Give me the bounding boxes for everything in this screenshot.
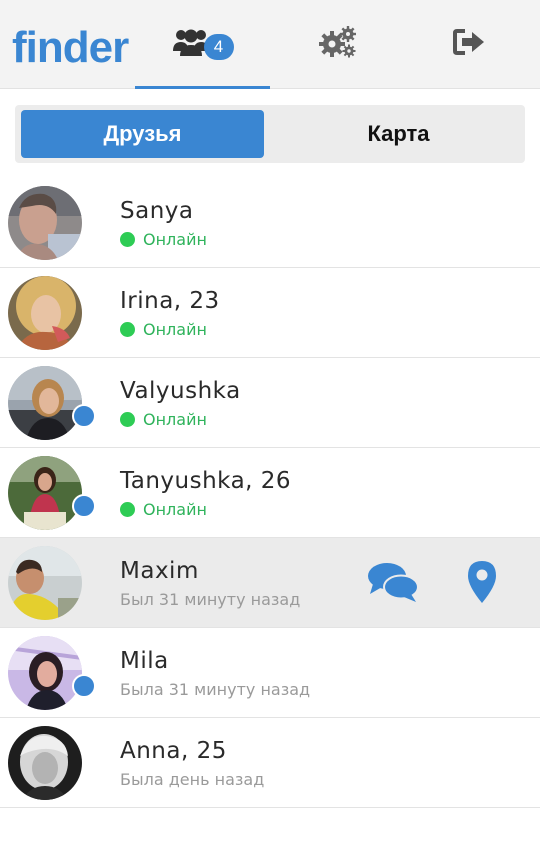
friend-name: Tanyushka, 26 [120,468,292,494]
status-text: Была день назад [120,770,265,789]
avatar [8,456,82,530]
friend-status: Онлайн [120,230,207,249]
tab-friends[interactable]: 4 [135,0,270,89]
friends-list: Sanya Онлайн Irina, 23 Онлайн Valyushka … [0,178,540,808]
avatar [8,546,82,620]
chat-button[interactable] [367,560,419,608]
status-text: Онлайн [143,410,207,429]
status-text: Была 31 минуту назад [120,680,311,699]
friends-count-badge: 4 [203,34,234,60]
tab-settings[interactable] [270,0,405,88]
gears-icon [318,24,358,64]
avatar [8,636,82,710]
online-indicator [120,322,135,337]
friend-name: Valyushka [120,378,241,404]
friend-name: Maxim [120,558,199,584]
avatar [8,726,82,800]
map-segment-button[interactable]: Карта [277,110,520,158]
friend-status: Онлайн [120,320,207,339]
avatar [8,186,82,260]
friend-row[interactable]: Sanya Онлайн [0,178,540,268]
friend-name: Irina, 23 [120,288,220,314]
friend-status: Был 31 минуту назад [120,590,300,609]
status-text: Онлайн [143,320,207,339]
friend-row[interactable]: Irina, 23 Онлайн [0,268,540,358]
friend-name: Sanya [120,198,194,224]
friend-row[interactable]: Tanyushka, 26 Онлайн [0,448,540,538]
status-text: Онлайн [143,230,207,249]
friend-status: Онлайн [120,500,207,519]
friend-row[interactable]: Anna, 25 Была день назад [0,718,540,808]
app-logo: finder [12,23,129,72]
online-indicator [120,412,135,427]
friend-status: Была день назад [120,770,264,789]
friend-row[interactable]: Maxim Был 31 минуту назад [0,538,540,628]
status-text: Был 31 минуту назад [120,590,301,609]
online-indicator [120,502,135,517]
friend-status: Онлайн [120,410,207,429]
view-switcher: Друзья Карта [15,105,525,163]
friend-name: Anna, 25 [120,738,227,764]
map-pin-icon [466,561,498,608]
location-shared-indicator [72,404,96,428]
avatar [8,276,82,350]
tab-logout[interactable] [405,0,533,88]
friend-status: Была 31 минуту назад [120,680,310,699]
online-indicator [120,232,135,247]
status-text: Онлайн [143,500,207,519]
location-shared-indicator [72,494,96,518]
chat-icon [367,563,419,608]
location-shared-indicator [72,674,96,698]
show-on-map-button[interactable] [466,560,498,608]
avatar [8,366,82,440]
friend-row[interactable]: Mila Была 31 минуту назад [0,628,540,718]
friend-row[interactable]: Valyushka Онлайн [0,358,540,448]
logout-icon [453,29,485,59]
top-bar: finder 4 [0,0,540,89]
friend-name: Mila [120,648,169,674]
friends-segment-button[interactable]: Друзья [21,110,264,158]
